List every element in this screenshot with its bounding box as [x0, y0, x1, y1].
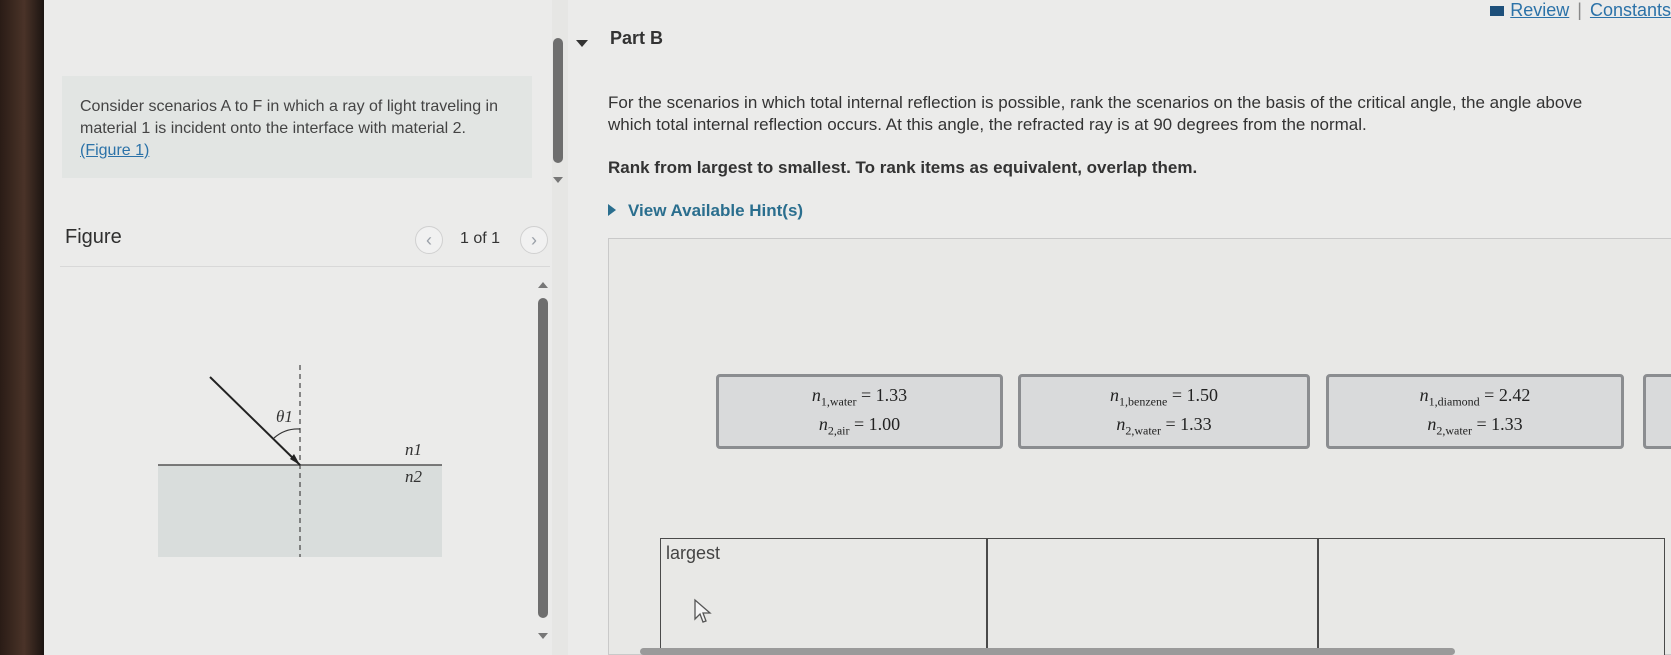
ranking-instruction: Rank from largest to smallest. To rank i…	[608, 158, 1198, 177]
collapse-caret-icon[interactable]	[576, 40, 588, 47]
figure-prev-button[interactable]: ‹	[415, 226, 443, 254]
mouse-pointer-icon	[694, 598, 712, 623]
problem-scrollbar[interactable]	[553, 38, 563, 163]
card-n2-value: n2,water = 1.33	[1427, 414, 1523, 438]
ranking-card[interactable]: n1,benzene = 1.50 n2,water = 1.33	[1018, 374, 1310, 449]
figure-divider	[60, 266, 550, 267]
card-n2-value: n2,water = 1.33	[1116, 414, 1212, 438]
problem-intro-box: Consider scenarios A to F in which a ray…	[62, 76, 532, 178]
problem-text: Consider scenarios A to F in which a ray…	[80, 96, 516, 162]
ranking-card[interactable]: n1,diamond = 2.42 n2,water = 1.33	[1326, 374, 1624, 449]
refraction-diagram: θ1 n1 n2	[158, 365, 442, 557]
n1-label: n1	[405, 440, 422, 459]
ranking-card[interactable]: n1,water = 1.33 n2,air = 1.00	[716, 374, 1003, 449]
scroll-up-arrow[interactable]	[538, 282, 548, 288]
n2-label: n2	[405, 467, 423, 486]
book-icon	[1490, 6, 1505, 17]
figure-counter: 1 of 1	[460, 230, 501, 247]
ranking-card-partial[interactable]	[1643, 374, 1671, 449]
link-separator: |	[1577, 0, 1582, 20]
angle-label: θ1	[276, 407, 293, 426]
top-links: Review | Constants	[1490, 0, 1671, 21]
card-n1-value: n1,water = 1.33	[811, 385, 908, 409]
figure-next-button[interactable]: ›	[520, 226, 548, 254]
chevron-left-icon: ‹	[426, 229, 432, 250]
scroll-down-arrow[interactable]	[538, 633, 548, 639]
part-title: Part B	[610, 28, 664, 48]
card-n1-value: n1,diamond = 2.42	[1419, 385, 1531, 409]
card-n1-value: n1,benzene = 1.50	[1110, 385, 1218, 409]
angle-arc	[273, 428, 301, 439]
horizontal-scrollbar[interactable]	[640, 648, 1455, 655]
figure-scrollbar[interactable]	[538, 298, 548, 618]
screen-bezel	[0, 0, 44, 655]
constants-link[interactable]: Constants	[1590, 0, 1671, 20]
ranking-slot[interactable]	[1318, 538, 1665, 655]
hints-label: View Available Hint(s)	[628, 201, 804, 220]
scroll-down-arrow-top[interactable]	[553, 177, 563, 183]
problem-statement: Consider scenarios A to F in which a ray…	[80, 98, 498, 137]
card-n2-value: n2,air = 1.00	[818, 414, 901, 438]
review-link[interactable]: Review	[1510, 0, 1569, 20]
figure-link[interactable]: (Figure 1)	[80, 142, 149, 159]
ranking-slot[interactable]	[987, 538, 1318, 655]
chevron-right-icon: ›	[531, 229, 537, 250]
question-text: For the scenarios in which total interna…	[608, 93, 1583, 134]
largest-label: largest	[666, 543, 721, 563]
expand-triangle-icon	[608, 204, 616, 216]
figure-heading: Figure	[65, 226, 122, 248]
view-hints-toggle[interactable]: View Available Hint(s)	[608, 201, 803, 221]
